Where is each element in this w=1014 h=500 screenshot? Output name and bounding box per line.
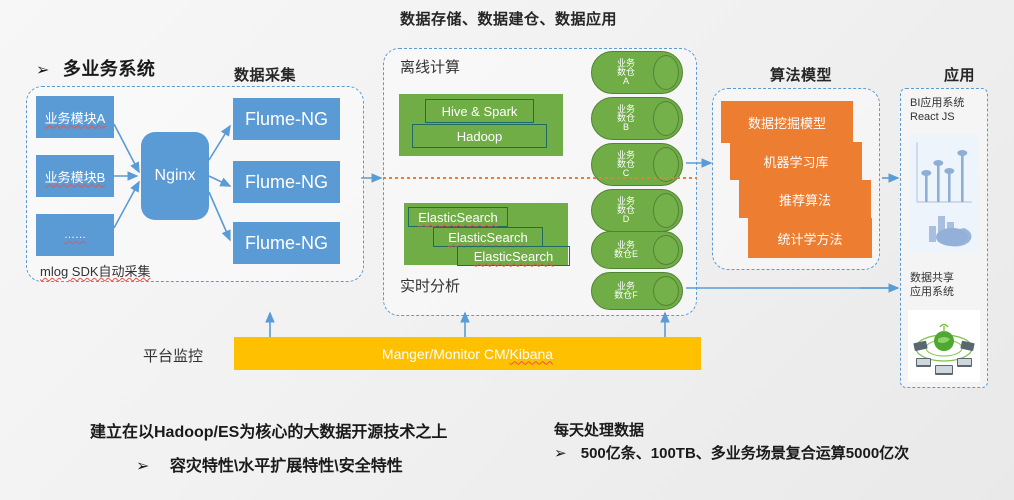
cylinder-cap-icon xyxy=(653,55,679,90)
business-module-more[interactable]: …… xyxy=(36,214,114,256)
elasticsearch-box-2[interactable]: ElasticSearch xyxy=(433,227,543,247)
platform-monitor-label: 平台监控 xyxy=(143,348,204,365)
bullet-arrow-icon: ➢ xyxy=(554,445,567,462)
flume-ng-3[interactable]: Flume-NG xyxy=(233,222,340,264)
diagram-canvas: ➢ 多业务系统 数据采集 数据存储、数据建仓、数据应用 算法模型 应用 业务模块… xyxy=(0,0,1014,500)
algorithm-item-2[interactable]: 机器学习库 xyxy=(730,142,862,180)
section-title-application: 应用 xyxy=(944,67,976,84)
footer-left-line-2: ➢ 容灾特性\水平扩展特性\安全特性 xyxy=(136,458,403,475)
warehouse-c[interactable]: 业务 数仓 C xyxy=(591,143,683,186)
algorithm-item-3[interactable]: 推荐算法 xyxy=(739,180,871,218)
cylinder-cap-icon xyxy=(653,276,679,306)
share-app-caption: 数据共享 应用系统 xyxy=(910,272,954,298)
cylinder-cap-icon xyxy=(653,235,679,265)
footer-right-line-1: 每天处理数据 xyxy=(554,422,645,439)
nginx-node[interactable]: Nginx xyxy=(141,132,209,220)
elasticsearch-box-3[interactable]: ElasticSearch xyxy=(457,246,570,266)
section-title-multi-business: ➢ 多业务系统 xyxy=(36,59,156,79)
hive-spark-box[interactable]: Hive & Spark xyxy=(425,99,534,123)
cylinder-cap-icon xyxy=(653,101,679,136)
realtime-analysis-label: 实时分析 xyxy=(400,278,461,295)
cylinder-cap-icon xyxy=(653,147,679,182)
algorithm-item-4[interactable]: 统计学方法 xyxy=(748,218,872,258)
hadoop-box[interactable]: Hadoop xyxy=(412,124,547,148)
elasticsearch-box-1[interactable]: ElasticSearch xyxy=(408,207,508,227)
network-globe-icon xyxy=(913,323,975,375)
section-title-data-collect: 数据采集 xyxy=(234,67,297,84)
business-module-b[interactable]: 业务模块B xyxy=(36,155,114,197)
footer-right-line-2: ➢ 500亿条、100TB、多业务场景复合运算5000亿次 xyxy=(554,445,910,462)
bullet-arrow-icon: ➢ xyxy=(136,458,150,475)
bi-chart-icon xyxy=(916,142,972,247)
offline-compute-label: 离线计算 xyxy=(400,59,461,76)
bullet-arrow-icon: ➢ xyxy=(36,62,50,79)
monitor-bar[interactable]: Manger/Monitor CM/Kibana xyxy=(234,337,701,370)
flume-ng-1[interactable]: Flume-NG xyxy=(233,98,340,140)
warehouse-d[interactable]: 业务 数仓 D xyxy=(591,189,683,232)
bi-app-caption: BI应用系统 React JS xyxy=(910,97,965,123)
bi-app-chart-card[interactable] xyxy=(910,134,978,252)
section-title-algorithm: 算法模型 xyxy=(770,67,833,84)
algorithm-item-1[interactable]: 数据挖掘模型 xyxy=(721,101,853,143)
flume-ng-2[interactable]: Flume-NG xyxy=(233,161,340,203)
business-module-a[interactable]: 业务模块A xyxy=(36,96,114,138)
footer-left-line-1: 建立在以Hadoop/ES为核心的大数据开源技术之上 xyxy=(90,424,448,441)
warehouse-a[interactable]: 业务 数仓 A xyxy=(591,51,683,94)
cylinder-cap-icon xyxy=(653,193,679,228)
share-app-network-card[interactable] xyxy=(908,310,980,382)
warehouse-e[interactable]: 业务 数仓E xyxy=(591,231,683,269)
mlog-sdk-label: mlog SDK自动采集 xyxy=(40,264,151,279)
section-title-storage: 数据存储、数据建仓、数据应用 xyxy=(400,11,618,28)
warehouse-f[interactable]: 业务 数仓F xyxy=(591,272,683,310)
warehouse-b[interactable]: 业务 数仓 B xyxy=(591,97,683,140)
